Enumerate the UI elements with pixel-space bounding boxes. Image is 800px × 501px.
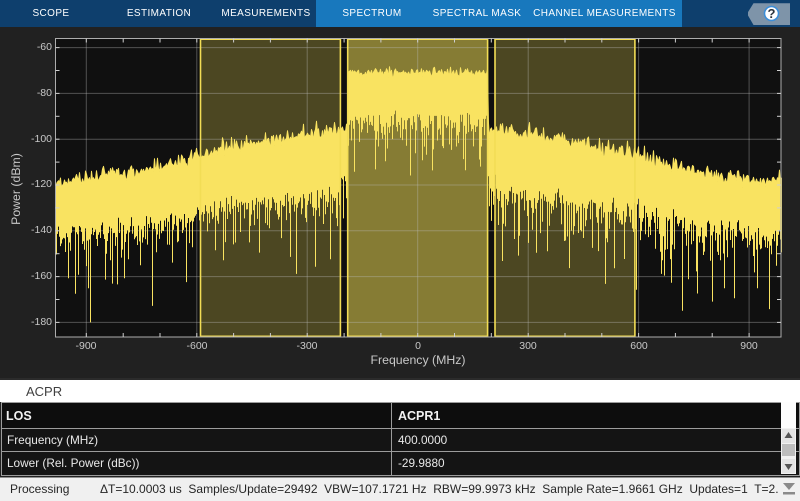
svg-text:?: ?: [768, 6, 776, 21]
